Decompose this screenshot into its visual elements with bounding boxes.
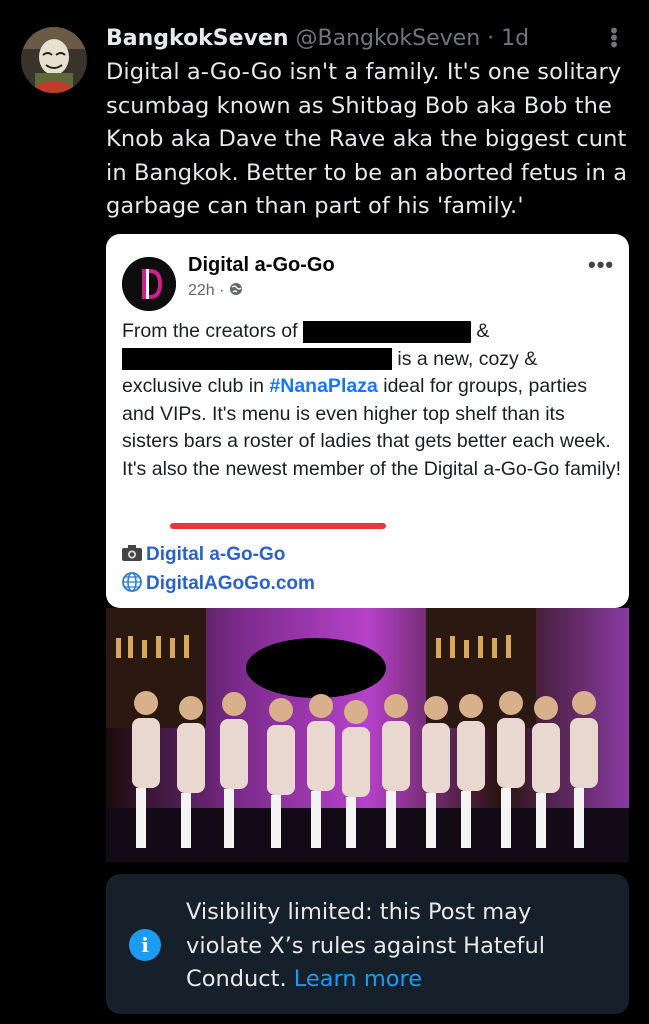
camera-icon	[122, 544, 146, 566]
page-name: Digital a-Go-Go	[188, 254, 335, 276]
separator: ·	[487, 26, 495, 51]
post-body: From the creators of & is a new, cozy & …	[122, 318, 622, 483]
info-icon: i	[129, 929, 161, 961]
body-text-2: is a new, cozy &	[397, 347, 538, 370]
instagram-link-label: Digital a-Go-Go	[146, 544, 286, 565]
notice-text: Visibility limited: this Post may violat…	[186, 896, 606, 997]
visibility-notice: i Visibility limited: this Post may viol…	[106, 874, 629, 1014]
more-options-icon[interactable]: • • •	[604, 21, 624, 55]
highlight-underline	[170, 523, 386, 529]
redaction-mark	[122, 348, 392, 371]
globe-icon	[229, 282, 243, 299]
body-text-amp: &	[476, 320, 490, 342]
meta-separator: ·	[219, 282, 225, 299]
embedded-screenshot[interactable]: Digital a-Go-Go 22h · ••• From the creat…	[106, 234, 629, 608]
post-options-icon: •••	[588, 252, 615, 277]
redaction-mark	[302, 320, 471, 343]
learn-more-link[interactable]: Learn more	[294, 966, 422, 992]
post-time: 22h	[188, 282, 215, 299]
tweet: BangkokSeven @BangkokSeven · 1d • • • Digi…	[0, 0, 649, 1024]
timestamp[interactable]: 1d	[501, 26, 529, 51]
page-logo	[122, 257, 176, 311]
body-text-1: From the creators of	[122, 320, 298, 342]
instagram-link: Digital a-Go-Go	[122, 544, 285, 566]
website-link: DigitalAGoGo.com	[122, 572, 315, 595]
globe-icon	[122, 572, 146, 595]
user-handle[interactable]: @BangkokSeven	[296, 26, 481, 51]
tweet-header: BangkokSeven @BangkokSeven · 1d	[106, 24, 609, 54]
website-link-label: DigitalAGoGo.com	[146, 573, 315, 594]
display-name[interactable]: BangkokSeven	[106, 26, 289, 51]
tweet-text: Digital a-Go-Go isn't a family. It's one…	[106, 59, 628, 219]
body-text-3: exclusive club in	[122, 375, 264, 397]
club-photo[interactable]	[106, 608, 629, 862]
post-meta: 22h ·	[188, 282, 243, 300]
hashtag-link: #NanaPlaza	[269, 375, 378, 397]
avatar[interactable]	[21, 27, 87, 93]
